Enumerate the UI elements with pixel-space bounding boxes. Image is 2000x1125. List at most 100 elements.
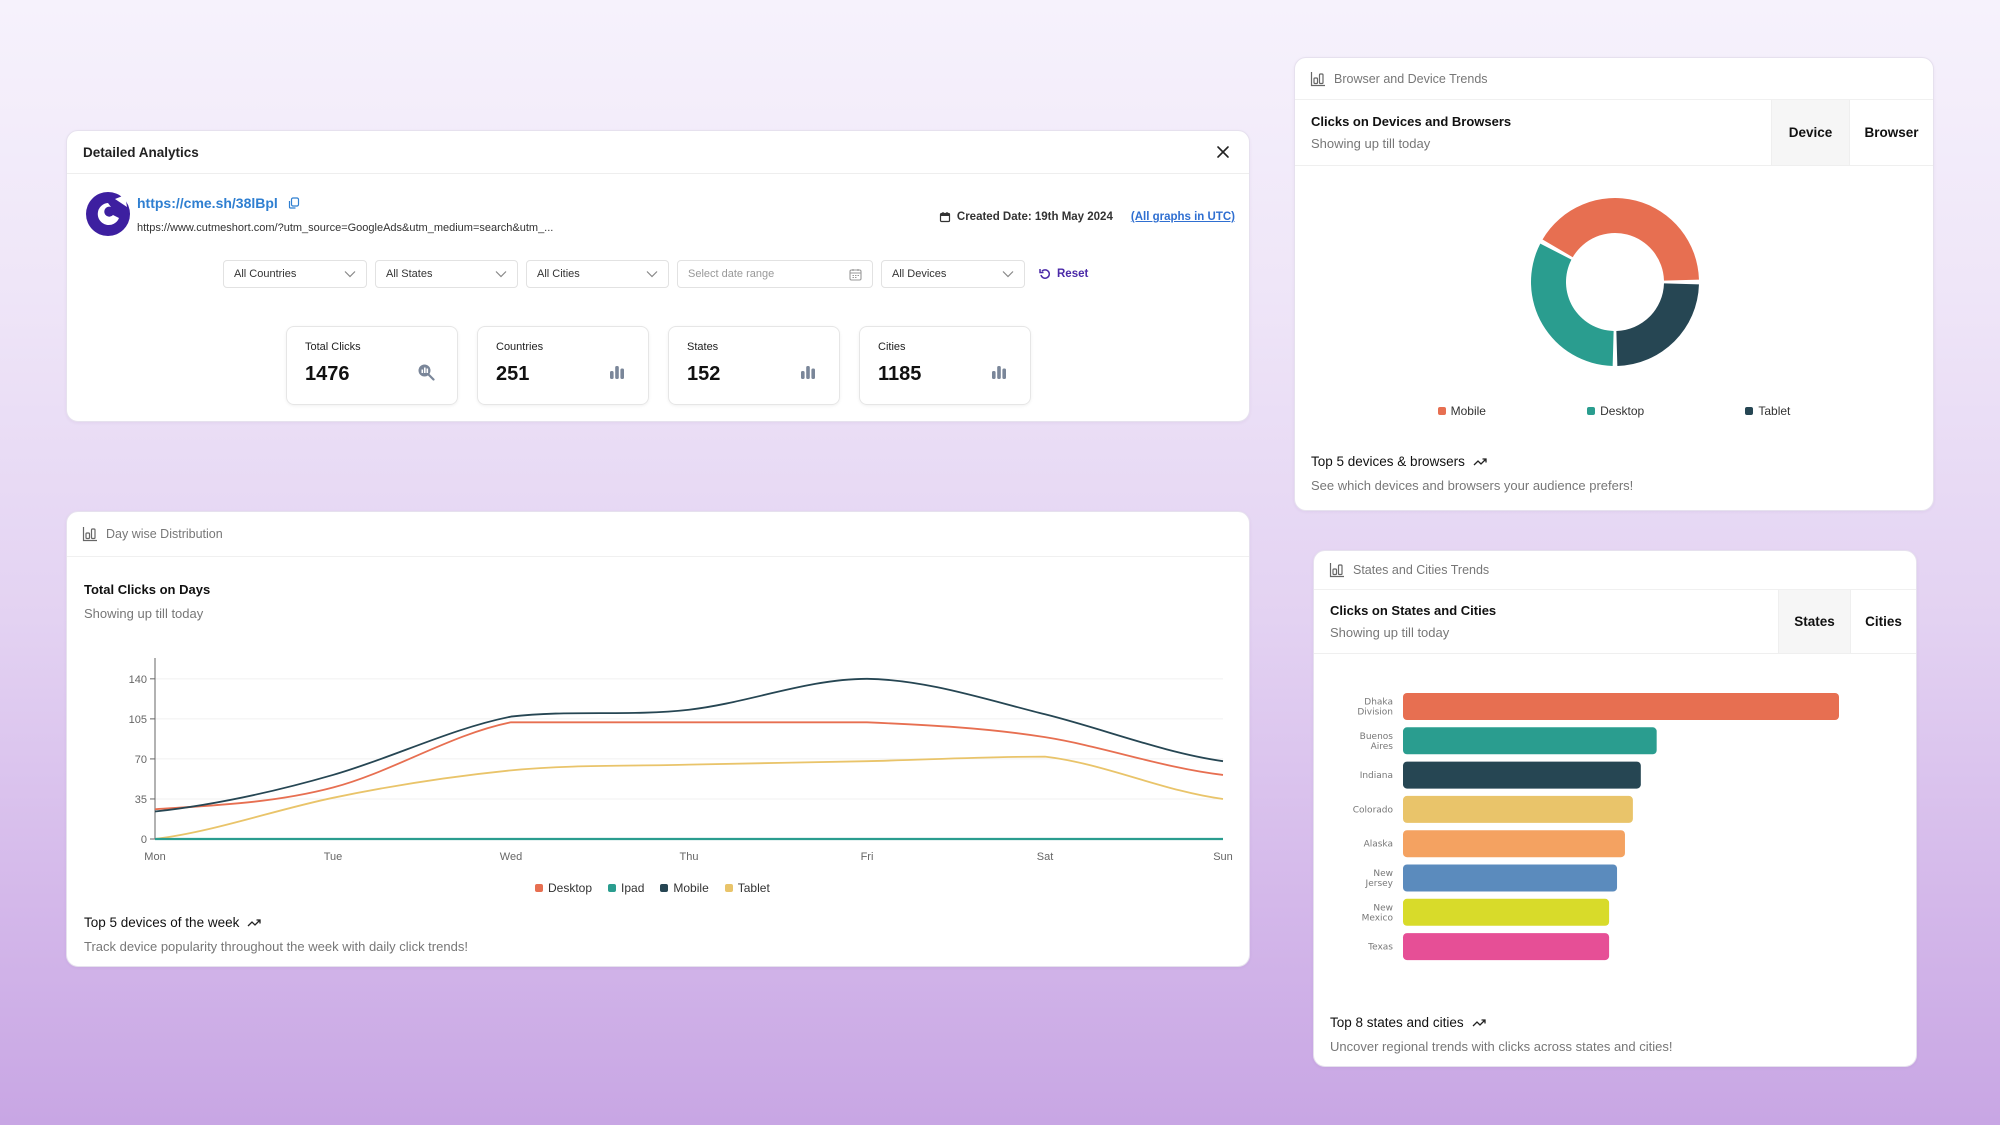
chart-title: Clicks on Devices and Browsers [1311,114,1512,129]
bar-new-mexico[interactable] [1403,898,1610,926]
bar-indiana[interactable] [1403,761,1641,789]
bar-label: New [1373,903,1393,913]
trending-up-icon [1472,1018,1486,1026]
x-tick-label: Wed [500,851,522,863]
countries-select-value: All Countries [234,268,297,280]
section-header: Browser and Device Trends [1295,58,1933,100]
link-info: https://cme.sh/38lBpl https://www.cutmes… [85,191,553,237]
section-title: Browser and Device Trends [1334,71,1488,86]
browser-device-trends-panel: Browser and Device Trends Clicks on Devi… [1294,57,1934,511]
calendar-icon [849,268,862,281]
tab-states[interactable]: States [1778,590,1850,653]
line-chart-legend: Desktop Ipad Mobile Tablet [535,881,770,895]
detailed-analytics-panel: Detailed Analytics https://cme.sh/38lBpl… [66,130,1250,422]
x-tick-label: Mon [144,851,165,863]
created-date-row: Created Date: 19th May 2024 (All graphs … [939,211,1235,223]
line-chart: 0 35 70 105 140 Mon Tue Wed Thu Fri Sat Sun [129,658,1233,863]
legend-item-mobile[interactable]: Mobile [1437,404,1486,418]
bar-chart-icon [801,366,815,379]
section-title: Day wise Distribution [106,527,223,541]
legend-item-ipad[interactable]: Ipad [608,881,644,895]
footer-subtitle: See which devices and browsers your audi… [1311,478,1634,493]
destination-url: https://www.cutmeshort.com/?utm_source=G… [137,222,554,234]
copy-icon[interactable] [288,197,300,209]
reset-button[interactable]: Reset [1039,268,1088,280]
tab-cities[interactable]: Cities [1850,590,1916,653]
legend-item-mobile[interactable]: Mobile [660,881,709,895]
footer-subtitle: Uncover regional trends with clicks acro… [1330,1039,1673,1054]
legend-item-desktop[interactable]: Desktop [535,881,592,895]
panel-header: Detailed Analytics [67,131,1249,174]
bar-new-jersey[interactable] [1403,864,1618,892]
chevron-down-icon [1002,271,1014,278]
x-tick-label: Sun [1213,851,1233,863]
chart-title: Clicks on States and Cities [1330,603,1497,618]
cities-select[interactable]: All Cities [526,260,669,288]
states-select[interactable]: All States [375,260,518,288]
countries-select[interactable]: All Countries [223,260,367,288]
legend-item-desktop[interactable]: Desktop [1587,404,1644,418]
legend-swatch [724,884,733,892]
bar-label: Aires [1371,742,1394,752]
panel-title: Detailed Analytics [83,144,199,160]
footer-title: Top 5 devices & browsers [1311,454,1465,469]
bar-alaska[interactable] [1403,830,1625,858]
bar-label: Alaska [1364,840,1393,850]
section-header: States and Cities Trends [1314,551,1916,590]
date-range-placeholder: Select date range [688,268,775,280]
legend-label: Mobile [1450,404,1486,418]
filter-bar: All Countries All States All Cities Sele… [223,260,1088,288]
y-tick-label: 105 [129,714,147,726]
legend-swatch [535,884,543,892]
bar-label: Buenos [1360,732,1394,742]
chart-subtitle: Showing up till today [1330,625,1450,640]
y-tick-label: 0 [141,834,147,846]
close-button[interactable] [1213,142,1233,162]
donut-slice-desktop[interactable] [1531,243,1614,366]
devices-select[interactable]: All Devices [881,260,1025,288]
chart-header: Clicks on States and Cities Showing up t… [1314,590,1916,654]
bar-label: Dhaka [1364,698,1393,708]
tab-device[interactable]: Device [1771,100,1849,165]
bar-buenos-aires[interactable] [1403,727,1657,755]
chart-subtitle: Showing up till today [84,606,204,621]
chevron-down-icon [344,271,356,278]
short-link[interactable]: https://cme.sh/38lBpl [137,195,278,211]
bar-label: Jersey [1365,879,1394,889]
chevron-down-icon [646,271,658,278]
utc-link[interactable]: (All graphs in UTC) [1131,211,1235,223]
trending-up-icon [247,918,261,926]
legend-label: Ipad [621,881,645,895]
search-chart-icon [418,364,435,381]
donut-slice-tablet[interactable] [1616,283,1699,366]
footer-title: Top 8 states and cities [1330,1015,1464,1030]
bar-colorado[interactable] [1403,795,1633,823]
legend-label: Desktop [1600,404,1645,418]
legend-swatch [608,884,617,892]
day-wise-distribution-panel: Day wise Distribution Total Clicks on Da… [66,511,1250,967]
x-tick-label: Fri [861,851,874,863]
bar-label: Division [1357,708,1393,718]
stat-card-states: States 152 [668,326,840,405]
states-cities-trends-panel: States and Cities Trends Clicks on State… [1313,550,1917,1067]
stat-label: Total Clicks [305,341,361,353]
reset-icon [1039,269,1051,279]
stat-label: Countries [496,341,544,353]
chart-icon [1329,563,1344,578]
legend-label: Tablet [1758,404,1791,418]
footer-title: Top 5 devices of the week [84,915,240,930]
legend-item-tablet[interactable]: Tablet [1745,404,1790,418]
cities-select-value: All Cities [537,268,580,280]
tab-browser[interactable]: Browser [1849,100,1933,165]
y-tick-label: 140 [129,674,147,686]
chart-icon [1310,71,1325,86]
chart-subtitle: Showing up till today [1311,136,1431,151]
bar-texas[interactable] [1403,933,1610,961]
bar-dhaka-division[interactable] [1403,693,1839,720]
bar-label: Mexico [1362,913,1394,923]
legend-swatch [1587,407,1596,415]
legend-item-tablet[interactable]: Tablet [724,881,770,895]
bar-label: New [1373,869,1393,879]
series-line-desktop [154,721,1224,811]
date-range-input[interactable]: Select date range [677,260,873,288]
